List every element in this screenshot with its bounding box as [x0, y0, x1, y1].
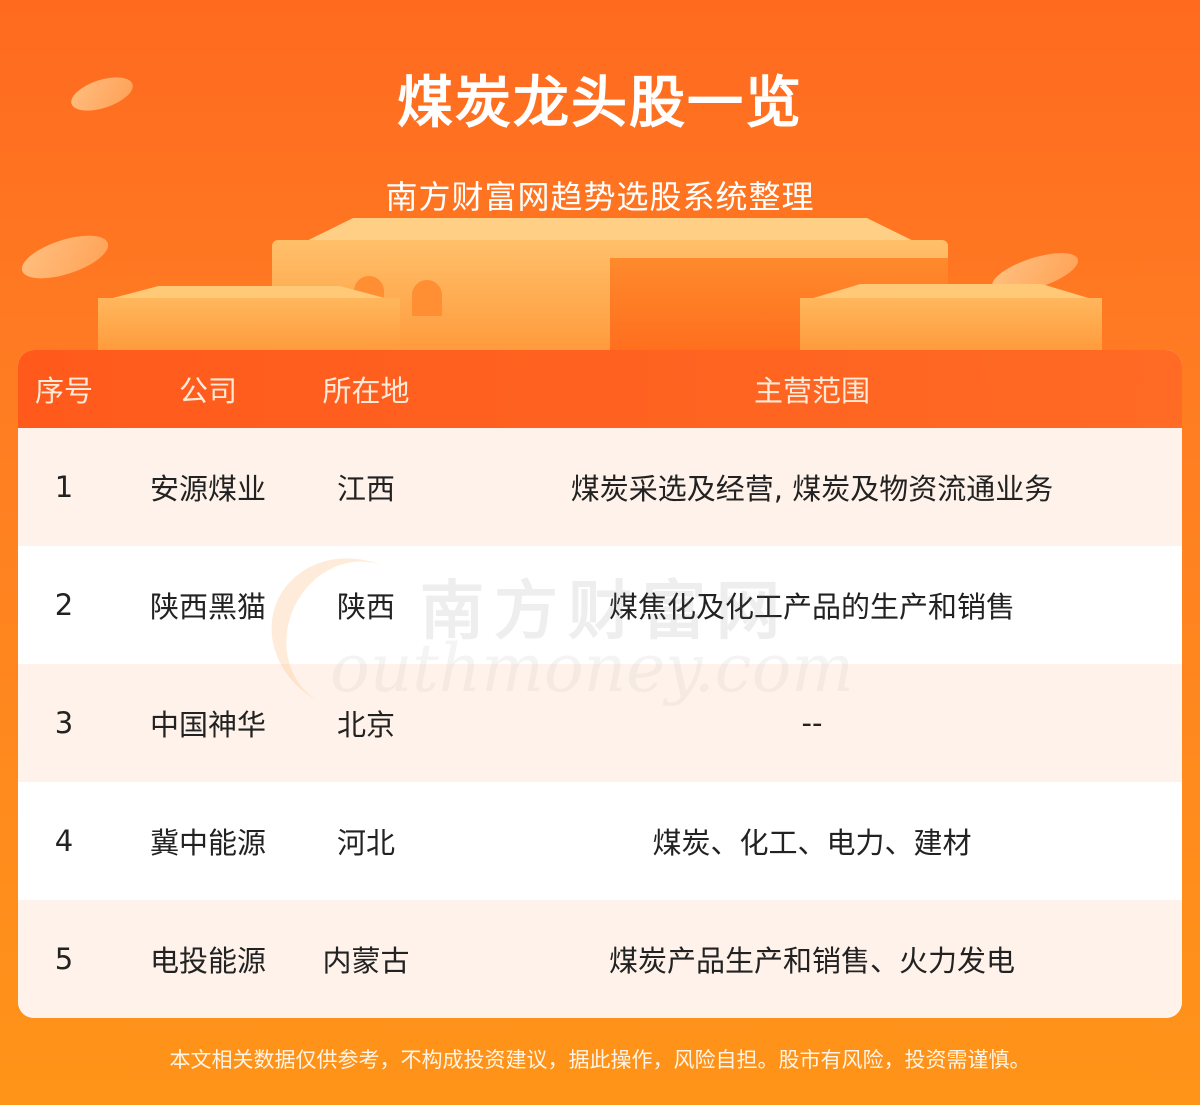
cell-scope: 煤焦化及化工产品的生产和销售 [608, 590, 1015, 624]
podium-left-decoration [98, 298, 400, 352]
cell-company: 安源煤业 [149, 472, 266, 506]
cell-location: 内蒙古 [322, 944, 410, 978]
column-header-location: 所在地 [322, 374, 410, 408]
footer-disclaimer: 本文相关数据仅供参考，不构成投资建议，据此操作，风险自担。股市有风险，投资需谨慎… [169, 1048, 1031, 1072]
page-subtitle: 南方财富网趋势选股系统整理 [385, 178, 815, 216]
cell-location: 陕西 [336, 590, 395, 624]
cell-index: 1 [54, 470, 74, 504]
table-header-row: 序号 公司 所在地 主营范围 [18, 350, 1182, 428]
cell-index: 3 [54, 706, 74, 740]
cell-index: 2 [54, 588, 74, 622]
cell-location: 北京 [336, 708, 395, 742]
podium-right-decoration [800, 298, 1102, 352]
cell-scope: 煤炭、化工、电力、建材 [652, 826, 972, 860]
table-row: 2 陕西黑猫 陕西 煤焦化及化工产品的生产和销售 [18, 546, 1182, 664]
page: 煤炭龙头股一览 南方财富网趋势选股系统整理 序号 公司 所在地 主营范围 1 安… [0, 0, 1200, 1105]
cell-company: 中国神华 [149, 708, 266, 742]
cell-scope: -- [801, 706, 823, 740]
cell-location: 河北 [336, 826, 395, 860]
cell-company: 冀中能源 [149, 826, 266, 860]
table-row: 1 安源煤业 江西 煤炭采选及经营, 煤炭及物资流通业务 [18, 428, 1182, 546]
coin-decoration-icon [16, 226, 114, 288]
cell-company: 电投能源 [149, 944, 266, 978]
cell-scope: 煤炭产品生产和销售、火力发电 [608, 944, 1015, 978]
table-row: 3 中国神华 北京 -- [18, 664, 1182, 782]
column-header-index: 序号 [34, 374, 93, 408]
cell-scope: 煤炭采选及经营, 煤炭及物资流通业务 [570, 472, 1054, 506]
table-row: 5 电投能源 内蒙古 煤炭产品生产和销售、火力发电 [18, 900, 1182, 1018]
cell-company: 陕西黑猫 [149, 590, 266, 624]
column-header-company: 公司 [178, 374, 237, 408]
cell-index: 5 [54, 942, 74, 976]
arch-decoration-icon [412, 280, 442, 316]
table-row: 4 冀中能源 河北 煤炭、化工、电力、建材 [18, 782, 1182, 900]
cell-index: 4 [54, 824, 74, 858]
cell-location: 江西 [336, 472, 395, 506]
stock-table: 序号 公司 所在地 主营范围 1 安源煤业 江西 煤炭采选及经营, 煤炭及物资流… [18, 350, 1182, 1018]
column-header-scope: 主营范围 [753, 374, 870, 408]
page-title: 煤炭龙头股一览 [397, 71, 803, 136]
